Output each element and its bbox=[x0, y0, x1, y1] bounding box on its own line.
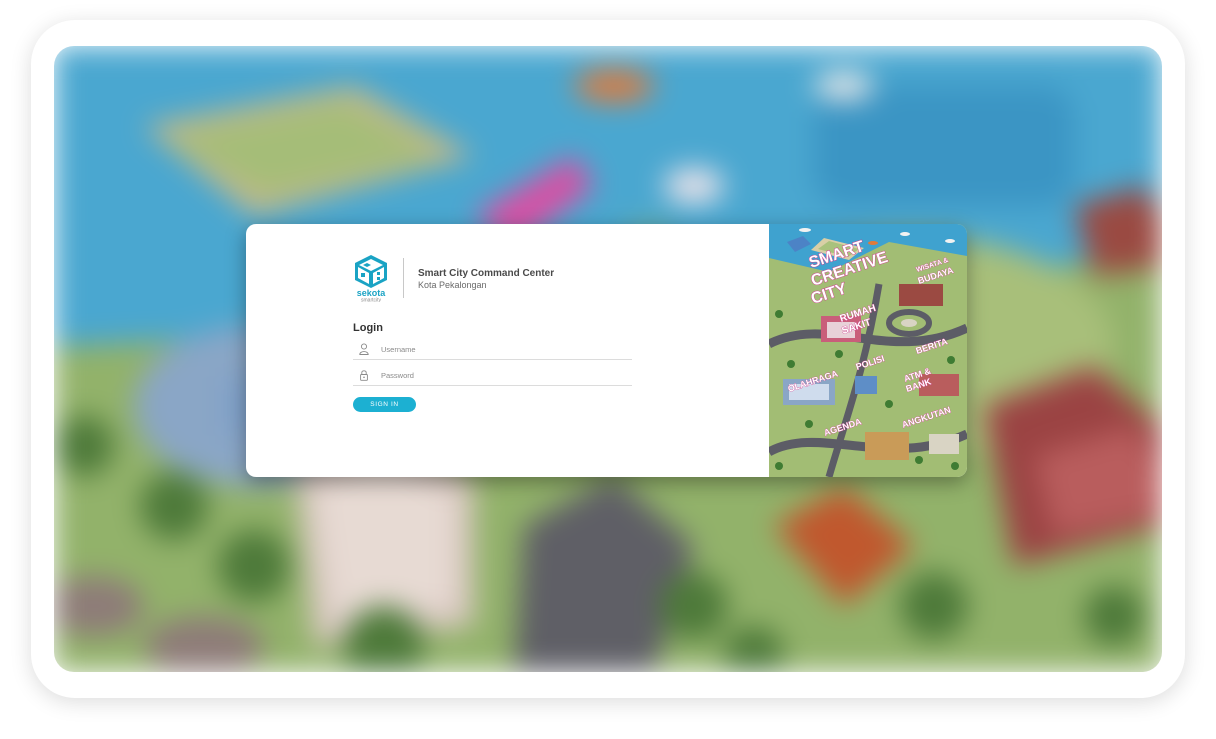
logo-tagline: smartcity bbox=[361, 298, 382, 303]
password-input[interactable] bbox=[381, 367, 621, 383]
app-subtitle: Kota Pekalongan bbox=[418, 280, 487, 290]
app-title: Smart City Command Center bbox=[418, 268, 555, 279]
password-field bbox=[353, 367, 632, 386]
brand-divider bbox=[403, 258, 404, 298]
lock-icon bbox=[360, 370, 368, 381]
login-card: sekota smartcity Smart City Command Cent… bbox=[246, 224, 967, 477]
username-field bbox=[353, 341, 632, 360]
login-heading: Login bbox=[353, 322, 383, 334]
brand-header: sekota smartcity Smart City Command Cent… bbox=[353, 254, 673, 302]
sign-in-button[interactable]: SIGN IN bbox=[353, 397, 416, 412]
smart-city-illustration: SMART CREATIVE CITY WISATA & BUDAYA RUMA… bbox=[769, 224, 967, 477]
sekota-logo-icon: sekota smartcity bbox=[355, 255, 387, 303]
username-input[interactable] bbox=[381, 341, 621, 357]
logo-wordmark: sekota bbox=[357, 288, 387, 298]
user-icon bbox=[359, 343, 369, 355]
